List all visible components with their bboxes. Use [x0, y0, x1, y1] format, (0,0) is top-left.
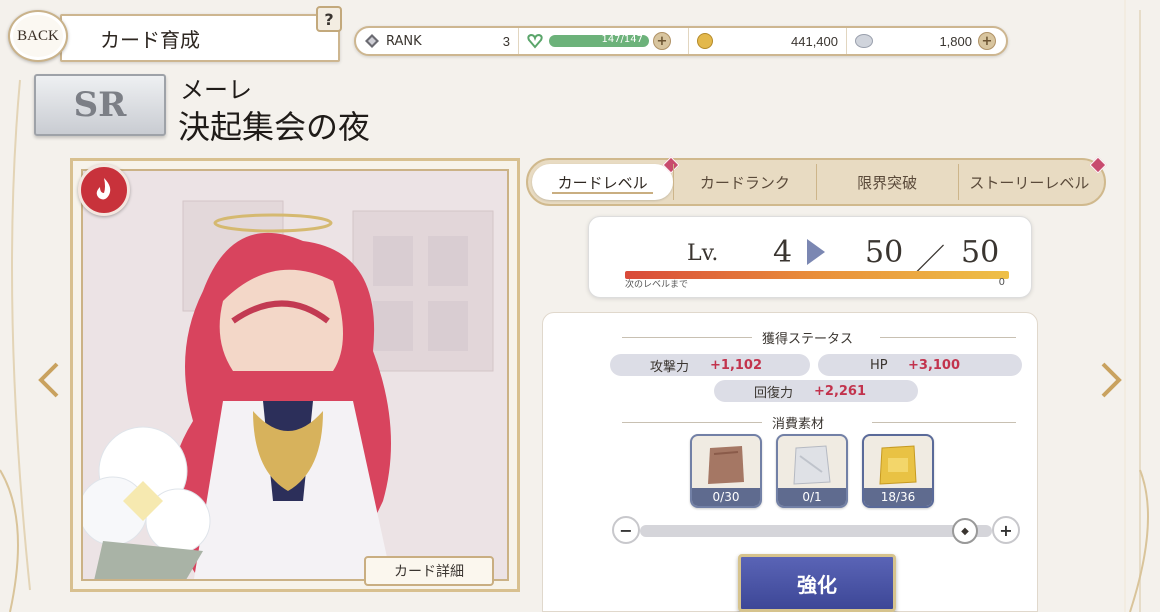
stamina-heart-icon	[527, 33, 543, 49]
gold-material-icon	[879, 445, 917, 485]
material-count: 18/36	[864, 488, 932, 506]
stat-hp: HP +3,100	[818, 354, 1022, 376]
level-label: Lv.	[687, 241, 719, 266]
help-button[interactable]: ?	[316, 6, 342, 32]
stamina-bar: 147/147	[549, 35, 649, 47]
tab-label: ストーリーレベル	[969, 173, 1090, 192]
rank-value: 3	[502, 33, 510, 49]
divider	[622, 422, 762, 423]
fire-attribute-icon	[78, 164, 130, 216]
stone-icon	[855, 34, 873, 48]
bronze-material-icon	[708, 446, 744, 484]
divider	[880, 337, 1016, 338]
material-count: 0/1	[778, 488, 846, 506]
enhance-tabs: カードレベル カードランク 限界突破 ストーリーレベル	[526, 156, 1107, 206]
stone-plus-button[interactable]: +	[978, 32, 996, 50]
material-item[interactable]: 0/1	[776, 434, 848, 508]
rank-label: RANK	[386, 33, 422, 49]
rank-segment: RANK 3	[356, 28, 518, 54]
notification-diamond-icon	[1089, 156, 1107, 174]
stone-value: 1,800	[939, 33, 972, 49]
screen-title-box: カード育成	[60, 14, 340, 62]
rank-icon	[365, 34, 379, 48]
previous-card-arrow-icon[interactable]	[30, 358, 66, 402]
stat-value: +2,261	[814, 383, 867, 399]
material-count: 0/30	[692, 488, 760, 506]
decrease-button[interactable]: −	[612, 516, 640, 544]
silver-material-icon	[793, 445, 831, 485]
quantity-slider[interactable]: − ◆ +	[612, 516, 1020, 546]
stat-name: 攻撃力	[650, 359, 690, 375]
tab-limit-break[interactable]: 限界突破	[815, 164, 958, 200]
level-arrow-icon	[807, 239, 825, 265]
tab-label: カードレベル	[557, 173, 648, 192]
exp-value: 0	[998, 277, 1005, 288]
materials-section-title: 消費素材	[772, 417, 825, 432]
card-illustration	[81, 169, 509, 581]
rarity-badge: SR	[34, 74, 166, 136]
max-level: 50	[961, 235, 1000, 270]
tab-card-rank[interactable]: カードランク	[673, 164, 815, 200]
screen-title: カード育成	[100, 27, 200, 52]
divider	[872, 422, 1016, 423]
material-item[interactable]: 18/36	[862, 434, 934, 508]
stat-name: HP	[870, 357, 888, 373]
stat-value: +3,100	[908, 357, 961, 373]
exp-label: 次のレベルまで	[625, 280, 689, 290]
next-level: 50	[865, 235, 904, 270]
slider-bar[interactable]	[640, 525, 992, 537]
card-art-frame[interactable]	[70, 158, 520, 592]
tab-label: 限界突破	[857, 173, 918, 192]
increase-button[interactable]: +	[992, 516, 1020, 544]
current-level: 4	[773, 235, 793, 270]
stamina-text: 147/147	[601, 35, 643, 45]
tab-card-level[interactable]: カードレベル	[532, 156, 680, 200]
material-item[interactable]: 0/30	[690, 434, 762, 508]
stone-segment: 1,800 +	[846, 28, 1004, 54]
stat-attack: 攻撃力 +1,102	[610, 354, 810, 376]
slider-knob[interactable]: ◆	[952, 518, 978, 544]
stat-value: +1,102	[710, 357, 763, 373]
character-name: メーレ	[180, 76, 252, 104]
stamina-plus-button[interactable]: +	[653, 32, 671, 50]
stamina-segment: 147/147 +	[518, 28, 688, 54]
card-detail-button[interactable]: カード詳細	[364, 556, 494, 586]
coin-value: 441,400	[791, 33, 838, 49]
card-title: 決起集会の夜	[178, 108, 371, 146]
character-illustration	[83, 171, 507, 579]
tab-story-level[interactable]: ストーリーレベル	[957, 156, 1107, 200]
stat-recovery: 回復力 +2,261	[714, 380, 918, 402]
tab-label: カードランク	[699, 173, 790, 192]
resource-bar: RANK 3 147/147 + 441,400 1,800 +	[354, 26, 1008, 56]
stat-name: 回復力	[754, 385, 794, 401]
coin-icon	[697, 33, 713, 49]
level-panel: Lv. 4 50 ／ 50 次のレベルまで 0	[588, 216, 1032, 298]
enhance-button[interactable]: 強化	[738, 554, 896, 612]
coin-segment: 441,400	[688, 28, 846, 54]
divider	[622, 337, 752, 338]
back-button[interactable]: BACK	[8, 10, 68, 62]
next-card-arrow-icon[interactable]	[1094, 358, 1130, 402]
status-section-title: 獲得ステータス	[762, 332, 854, 347]
